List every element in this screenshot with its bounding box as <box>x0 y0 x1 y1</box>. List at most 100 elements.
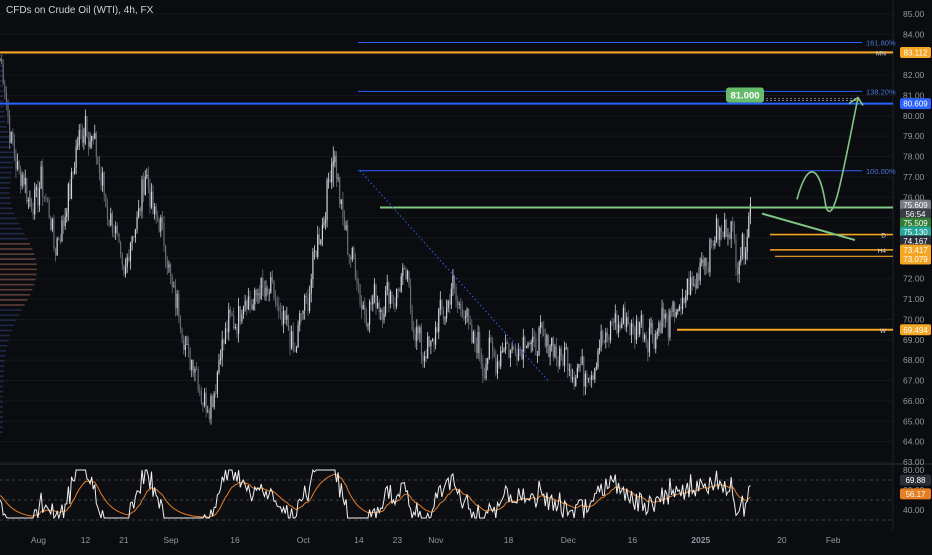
candle-body <box>513 347 515 348</box>
volume-profile-bar <box>0 299 28 301</box>
candle-body <box>97 157 99 164</box>
candle-body <box>205 392 207 412</box>
candle-body <box>735 239 737 268</box>
volume-profile-bar <box>0 278 36 281</box>
candle-body <box>260 277 262 300</box>
candle-body <box>399 290 401 292</box>
candle-body <box>166 260 168 268</box>
candle-body <box>536 355 539 357</box>
chart-container: CFDs on Crude Oil (WTI), 4h, FX 85.00 84.… <box>0 0 932 550</box>
candle-body <box>730 221 732 240</box>
candle-body <box>482 363 484 377</box>
candle-body <box>120 242 122 255</box>
price-chart[interactable]: 85.0084.0083.0082.0081.0080.0079.0078.00… <box>0 0 932 550</box>
volume-profile-bar <box>0 171 12 174</box>
candle-body <box>619 324 621 329</box>
candle-body <box>138 208 140 218</box>
candle-body <box>533 336 535 339</box>
candle-body <box>30 199 33 210</box>
candle-body <box>283 310 285 325</box>
candle-body <box>509 349 512 358</box>
candle-body <box>265 287 267 297</box>
candle-body <box>472 332 474 343</box>
candle-body <box>86 116 88 138</box>
volume-profile-bar <box>0 182 11 184</box>
candle-body <box>562 356 564 366</box>
candle-body <box>611 321 613 323</box>
candle-body <box>587 377 590 380</box>
candle-body <box>712 242 714 247</box>
candle-body <box>179 317 182 330</box>
candle-body <box>246 300 248 310</box>
candle-body <box>353 247 355 260</box>
candle-body <box>50 217 52 230</box>
candle-body <box>540 322 542 328</box>
candle-body <box>386 282 388 291</box>
candle-body <box>163 222 165 246</box>
candle-body <box>680 306 682 310</box>
candle-body <box>452 275 454 289</box>
volume-profile-bar <box>0 263 37 266</box>
candle-body <box>238 306 240 334</box>
volume-profile-bar <box>0 395 4 398</box>
candle-body <box>337 177 339 179</box>
volume-profile-bar <box>0 339 9 342</box>
candle-body <box>236 326 238 334</box>
y-tick-label: 79.00 <box>903 131 925 141</box>
y-tick-label: 67.00 <box>903 376 925 386</box>
candle-body <box>706 257 708 267</box>
volume-profile-bar <box>0 360 5 362</box>
candle-body <box>15 156 17 170</box>
volume-profile-bar <box>0 329 12 332</box>
candle-body <box>309 293 311 311</box>
fib-level-label: 100.00% <box>866 167 896 176</box>
candle-body <box>64 216 66 227</box>
candle-body <box>391 291 393 303</box>
candle-body <box>688 278 690 295</box>
candle-body <box>709 239 711 273</box>
volume-profile-bar <box>0 273 37 276</box>
candle-body <box>457 300 459 305</box>
candle-body <box>357 283 360 285</box>
candle-body <box>719 228 721 240</box>
candle-body <box>361 303 363 310</box>
candle-body <box>749 203 751 216</box>
candle-body <box>652 322 654 338</box>
candle-body <box>669 311 671 338</box>
candle-body <box>367 324 369 326</box>
candle-body <box>242 306 245 315</box>
candle-body <box>544 336 546 347</box>
volume-profile-bar <box>0 380 4 383</box>
candle-body <box>495 357 497 374</box>
candle-body <box>686 278 688 296</box>
y-tick-label: 78.00 <box>903 152 925 162</box>
candle-body <box>532 336 534 343</box>
candle-body <box>35 186 37 190</box>
candle-body <box>722 231 724 238</box>
x-tick-label: Aug <box>31 535 46 545</box>
x-tick-label: 12 <box>81 535 91 545</box>
candle-body <box>527 343 529 348</box>
candle-body <box>186 344 188 345</box>
candle-body <box>229 309 231 313</box>
candle-body <box>608 336 610 341</box>
candle-body <box>134 229 137 238</box>
candle-body <box>643 335 646 340</box>
candle-body <box>433 339 435 345</box>
volume-profile-bar <box>0 238 28 240</box>
candle-body <box>84 116 87 136</box>
candle-body <box>233 315 235 329</box>
candle-body <box>575 378 577 386</box>
candle-body <box>552 337 554 357</box>
candle-body <box>241 314 243 322</box>
candle-body <box>474 332 476 344</box>
candle-body <box>295 347 298 352</box>
volume-profile-bar <box>0 136 10 138</box>
candle-body <box>324 220 327 224</box>
candle-body <box>648 327 651 353</box>
candle-body <box>228 309 230 333</box>
candle-body <box>266 287 269 294</box>
candle-body <box>323 223 325 225</box>
candle-body <box>58 238 60 240</box>
candle-body <box>388 282 390 304</box>
